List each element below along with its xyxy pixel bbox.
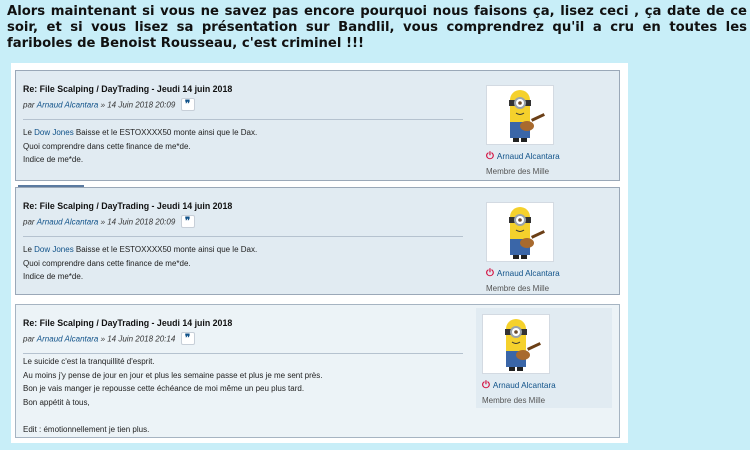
headline-text: Alors maintenant si vous ne savez pas en… [7, 4, 747, 51]
content-text: Le [23, 245, 35, 254]
forum-panel: Re: File Scalping / DayTrading - Jeudi 1… [11, 63, 628, 443]
content-line: Le suicide c'est la tranquillité d'espri… [23, 357, 155, 366]
post-date: » 14 Juin 2018 20:14 [100, 334, 176, 344]
post-by-label: par [23, 100, 35, 110]
minion-avatar-icon[interactable] [486, 85, 554, 145]
post-divider [23, 353, 463, 354]
content-line: Bon je vais manger je repousse cette éch… [23, 384, 305, 393]
post-divider [23, 119, 463, 120]
post-content: Le Dow Jones Baisse et le ESTOXXXX50 mon… [23, 243, 257, 284]
post-content: Le Dow Jones Baisse et le ESTOXXXX50 mon… [23, 126, 257, 167]
post-author-link[interactable]: Arnaud Alcantara [37, 101, 99, 110]
quote-icon[interactable]: ❞ [180, 98, 195, 111]
content-line: Au moins j'y pense de jour en jour et pl… [23, 370, 323, 380]
content-text: Le [23, 128, 35, 137]
profile-name[interactable]: ⏻ Arnaud Alcantara [486, 268, 626, 279]
post-divider [23, 236, 463, 237]
forum-post: Re: File Scalping / DayTrading - Jeudi 1… [15, 70, 620, 181]
profile-rank: Membre des Mille [486, 167, 550, 176]
profile-box: ⏻ Arnaud Alcantara Membre des Mille [478, 188, 610, 294]
content-line: Edit : émotionnellement je tien plus. [23, 424, 150, 434]
profile-box: ⏻ Arnaud Alcantara Membre des Mille [476, 308, 612, 408]
power-icon: ⏻ [482, 380, 490, 391]
content-line: Indice de me*de. [23, 272, 84, 281]
forum-post: Re: File Scalping / DayTrading - Jeudi 1… [15, 185, 620, 295]
dow-jones-link[interactable]: Dow Jones [34, 128, 74, 137]
post-tab-mark [18, 185, 84, 187]
profile-rank: Membre des Mille [482, 396, 546, 405]
post-content: Le suicide c'est la tranquillité d'espri… [23, 355, 322, 436]
profile-name[interactable]: ⏻ Arnaud Alcantara [482, 380, 622, 391]
post-author-link[interactable]: Arnaud Alcantara [37, 218, 99, 227]
content-line: Quoi comprendre dans cette finance de me… [23, 141, 191, 151]
forum-post: Re: File Scalping / DayTrading - Jeudi 1… [15, 304, 620, 438]
post-meta: par Arnaud Alcantara » 14 Juin 2018 20:0… [23, 98, 195, 112]
content-line [23, 409, 322, 423]
post-title[interactable]: Re: File Scalping / DayTrading - Jeudi 1… [23, 201, 232, 211]
dow-jones-link[interactable]: Dow Jones [34, 245, 74, 254]
post-author-link[interactable]: Arnaud Alcantara [37, 335, 99, 344]
post-by-label: par [23, 217, 35, 227]
content-line: Bon appétit à tous, [23, 397, 90, 407]
profile-rank: Membre des Mille [486, 284, 550, 293]
minion-avatar-icon[interactable] [486, 202, 554, 262]
content-line: Quoi comprendre dans cette finance de me… [23, 258, 191, 268]
post-meta: par Arnaud Alcantara » 14 Juin 2018 20:1… [23, 332, 195, 346]
profile-name[interactable]: ⏻ Arnaud Alcantara [486, 151, 626, 162]
content-text: Baisse et le ESTOXXXX50 monte ainsi que … [73, 245, 258, 254]
power-icon: ⏻ [486, 151, 494, 162]
power-icon: ⏻ [486, 268, 494, 279]
post-title[interactable]: Re: File Scalping / DayTrading - Jeudi 1… [23, 318, 232, 328]
quote-icon[interactable]: ❞ [180, 215, 195, 228]
profile-box: ⏻ Arnaud Alcantara Membre des Mille [478, 71, 610, 180]
post-by-label: par [23, 334, 35, 344]
post-title[interactable]: Re: File Scalping / DayTrading - Jeudi 1… [23, 84, 232, 94]
minion-avatar-icon[interactable] [482, 314, 550, 374]
content-line: Indice de me*de. [23, 155, 84, 164]
content-text: Baisse et le ESTOXXXX50 monte ainsi que … [73, 128, 258, 137]
post-date: » 14 Juin 2018 20:09 [100, 217, 176, 227]
post-date: » 14 Juin 2018 20:09 [100, 100, 176, 110]
post-meta: par Arnaud Alcantara » 14 Juin 2018 20:0… [23, 215, 195, 229]
quote-icon[interactable]: ❞ [180, 332, 195, 345]
